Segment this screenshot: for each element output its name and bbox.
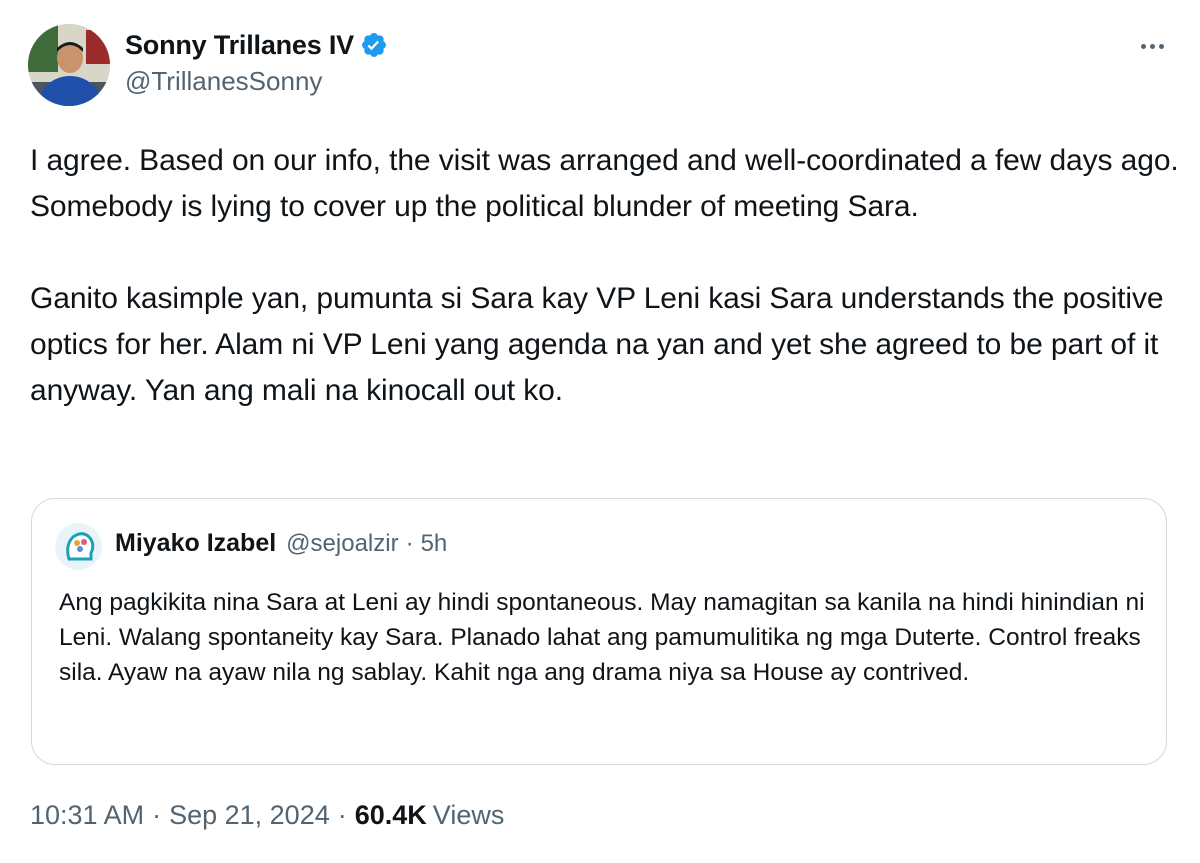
verified-badge-icon[interactable]	[360, 31, 388, 59]
tweet-date[interactable]: Sep 21, 2024	[169, 800, 330, 831]
tweet-meta: 10:31 AM · Sep 21, 2024 · 60.4K Views	[30, 800, 504, 831]
more-options-icon[interactable]	[1132, 36, 1172, 56]
more-dot	[1158, 43, 1164, 49]
views-count[interactable]: 60.4K	[355, 800, 427, 831]
views-label[interactable]: Views	[433, 800, 505, 831]
more-dot	[1149, 43, 1155, 49]
author-avatar[interactable]	[28, 24, 110, 106]
quoted-profile-photo	[55, 523, 102, 570]
author-info: Sonny Trillanes IV @TrillanesSonny	[125, 28, 388, 97]
meta-separator: ·	[152, 800, 162, 830]
quoted-header: Miyako Izabel @sejoalzir · 5h	[115, 529, 447, 558]
author-display-name[interactable]: Sonny Trillanes IV	[125, 30, 354, 61]
author-handle[interactable]: @TrillanesSonny	[125, 66, 388, 97]
meta-separator: ·	[337, 800, 347, 830]
quoted-separator: ·	[405, 530, 414, 557]
quoted-handle[interactable]: @sejoalzir	[286, 530, 398, 558]
quoted-timestamp[interactable]: 5h	[421, 530, 448, 558]
quoted-display-name[interactable]: Miyako Izabel	[115, 529, 276, 558]
quoted-tweet[interactable]: Miyako Izabel @sejoalzir · 5h Ang pagkik…	[31, 498, 1167, 765]
profile-photo	[28, 24, 110, 106]
quoted-author-avatar[interactable]	[55, 523, 102, 570]
tweet-text: I agree. Based on our info, the visit wa…	[30, 144, 1179, 407]
more-dot	[1140, 43, 1146, 49]
quoted-text: Ang pagkikita nina Sara at Leni ay hindi…	[59, 589, 1145, 686]
tweet-time[interactable]: 10:31 AM	[30, 800, 144, 831]
author-name-row: Sonny Trillanes IV	[125, 28, 388, 62]
